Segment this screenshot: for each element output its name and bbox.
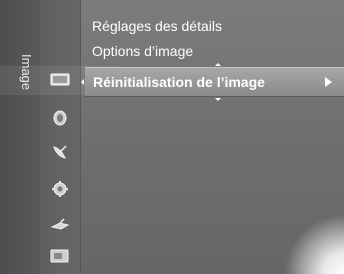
menu-item-picture-reset[interactable]: Réinitialisation de l’image: [81, 63, 344, 101]
category-strip: Image: [0, 0, 40, 274]
icon-column: [0, 0, 120, 274]
scroll-up-indicator: [215, 63, 221, 66]
tv-osd-menu: Image Réglages des détails Options d’ima…: [0, 0, 344, 274]
submenu-arrow-icon: [325, 77, 332, 87]
menu-item-label: Réinitialisation de l’image: [93, 74, 265, 90]
input-icon[interactable]: [50, 215, 70, 235]
submenu-panel: Réglages des détails Options d’image Réi…: [80, 0, 344, 274]
setup-gear-icon[interactable]: [50, 179, 70, 199]
sound-icon[interactable]: [50, 108, 70, 128]
channel-icon[interactable]: [50, 142, 70, 162]
scroll-down-indicator: [215, 98, 221, 101]
application-icon[interactable]: [50, 246, 70, 266]
picture-icon[interactable]: [50, 70, 70, 90]
left-indicator: [81, 79, 84, 85]
menu-item-detail-settings[interactable]: Réglages des détails: [92, 18, 222, 34]
menu-item-picture-options[interactable]: Options d’image: [92, 43, 193, 59]
